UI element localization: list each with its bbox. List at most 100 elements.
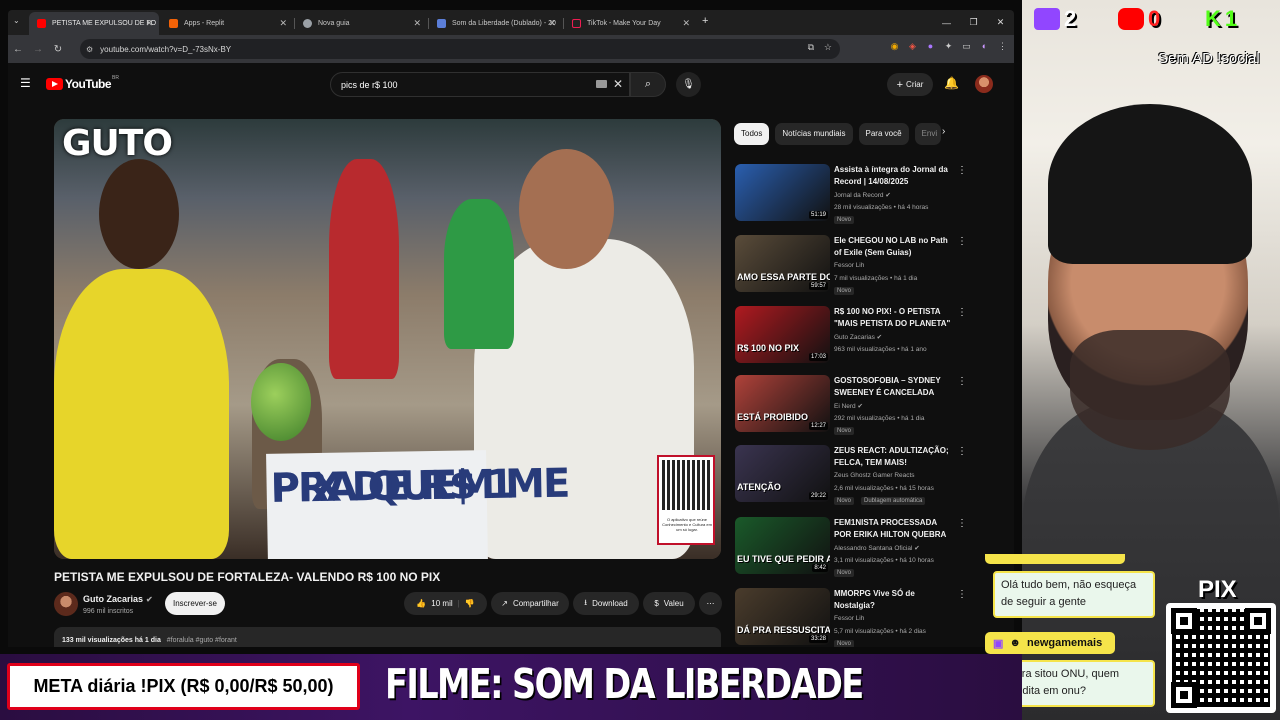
close-icon[interactable]: ✕ xyxy=(279,18,287,29)
more-vert-icon[interactable]: ⋮ xyxy=(957,307,967,318)
chips-next-icon[interactable]: › xyxy=(942,126,945,137)
recommended-title[interactable]: GOSTOSOFOBIA – SYDNEY SWEENEY É CANCELAD… xyxy=(834,375,952,399)
description-box[interactable]: 133 mil visualizações há 1 dia #foralula… xyxy=(54,627,721,647)
more-vert-icon[interactable]: ⋮ xyxy=(957,165,967,176)
download-button[interactable]: ⭳ Download xyxy=(573,592,639,615)
menu-icon[interactable]: ☰ xyxy=(20,77,32,89)
recommended-meta: 292 mil visualizações • há 1 dia xyxy=(834,415,925,422)
chip-all[interactable]: Todos xyxy=(734,123,770,145)
keyboard-icon[interactable] xyxy=(596,80,607,88)
video-thumbnail[interactable]: ATENÇÃO 29:22 xyxy=(735,445,830,502)
recommended-title[interactable]: ZEUS REACT: ADULTIZAÇÃO; FELCA, TEM MAIS… xyxy=(834,445,952,469)
recommended-channel[interactable]: Alessandro Santana Oficial ✔ xyxy=(834,544,920,552)
tab-search-icon[interactable]: ⌄ xyxy=(13,16,20,25)
extension-icon[interactable]: ◈ xyxy=(905,39,920,54)
video-thumbnail[interactable]: ESTÁ PROIBIDO 12:27 xyxy=(735,375,830,432)
url-text[interactable]: youtube.com/watch?v=D_-73sNx-BY xyxy=(100,45,231,54)
close-icon[interactable]: ✕ xyxy=(413,18,421,29)
close-icon[interactable]: ✕ xyxy=(548,18,556,29)
close-window-icon[interactable]: ✕ xyxy=(987,17,1014,28)
create-button[interactable]: + Criar xyxy=(887,73,933,96)
thumbnail-text: ATENÇÃO xyxy=(737,482,781,492)
browser-menu-icon[interactable]: ⋮ xyxy=(995,39,1010,54)
recommended-channel[interactable]: Fessor Lih xyxy=(834,262,864,269)
notifications-bell-icon[interactable]: 🔔 xyxy=(944,76,959,90)
channel-name[interactable]: Guto Zacarias ✔ xyxy=(83,594,153,604)
chip-for-you[interactable]: Para você xyxy=(858,123,909,145)
recommended-title[interactable]: MMORPG Vive SÓ de Nostalgia? xyxy=(834,588,952,612)
omnibox[interactable]: ⚙ youtube.com/watch?v=D_-73sNx-BY ⧉ ☆ xyxy=(80,39,840,59)
recommended-title[interactable]: Assista à íntegra do Jornal da Record | … xyxy=(834,164,952,188)
recommended-channel[interactable]: Fessor Lih xyxy=(834,615,864,622)
recommended-title[interactable]: FEM1NISTA PROCESSADA POR ERIKA HILTON QU… xyxy=(834,517,952,543)
video-thumbnail[interactable]: DÁ PRA RESSUSCITAR 33:28 xyxy=(735,588,830,645)
recommended-meta: 2,6 mil visualizações • há 15 horas xyxy=(834,485,934,492)
more-vert-icon[interactable]: ⋮ xyxy=(957,446,967,457)
extension-icon[interactable]: ● xyxy=(923,39,938,54)
tab-title: Som da Liberdade (Dublado) - 20 xyxy=(452,20,556,27)
dislike-icon[interactable]: 👎 xyxy=(465,599,475,608)
like-count[interactable]: 10 mil xyxy=(431,599,452,608)
reload-icon[interactable]: ↻ xyxy=(48,44,68,55)
recommended-video[interactable]: DÁ PRA RESSUSCITAR 33:28 MMORPG Vive SÓ de… xyxy=(735,588,967,647)
chip-world-news[interactable]: Notícias mundiais xyxy=(775,123,853,145)
chip-more[interactable]: Envi xyxy=(914,123,941,145)
voice-search-button[interactable]: 🎙 xyxy=(676,72,701,97)
minimize-icon[interactable]: — xyxy=(933,18,960,28)
site-info-icon[interactable]: ⚙ xyxy=(86,45,93,54)
hashtags[interactable]: #foralula #guto #forant xyxy=(167,637,237,644)
video-duration: 33:28 xyxy=(808,635,828,643)
account-avatar[interactable] xyxy=(975,75,993,93)
cast-icon[interactable]: ▭ xyxy=(959,39,974,54)
video-thumbnail[interactable]: EU TIVE QUE PEDIR ASILO8:42 xyxy=(735,517,830,574)
recommended-video[interactable]: EU TIVE QUE PEDIR ASILO8:42FEM1NISTA PRO… xyxy=(735,517,967,581)
more-vert-icon[interactable]: ⋮ xyxy=(957,589,967,600)
search-input[interactable]: pics de r$ 100 ✕ xyxy=(330,72,630,97)
puzzle-extensions-icon[interactable]: ✦ xyxy=(941,39,956,54)
tab-som-da-liberdade[interactable]: Som da Liberdade (Dublado) - 20 ✕ xyxy=(429,12,562,35)
recommended-title[interactable]: Ele CHEGOU NO LAB no Path of Exile (Sem … xyxy=(834,235,952,259)
recommended-channel[interactable]: Zeus Ghostz Gamer Reacts xyxy=(834,472,915,479)
recommended-video[interactable]: R$ 100 NO PIX 17:03 R$ 100 NO PIX! - O PET… xyxy=(735,306,967,370)
back-icon[interactable]: ← xyxy=(8,44,28,55)
recommended-channel[interactable]: Jornal da Record ✔ xyxy=(834,191,891,199)
close-icon[interactable]: ✕ xyxy=(145,18,153,29)
recommended-video[interactable]: ESTÁ PROIBIDO 12:27 GOSTOSOFOBIA – SYDNEY … xyxy=(735,375,967,439)
more-actions-button[interactable]: ⋯ xyxy=(699,592,722,615)
tab-new-tab[interactable]: Nova guia ✕ xyxy=(295,12,427,35)
search-button[interactable]: ⌕ xyxy=(630,72,666,97)
channel-avatar[interactable] xyxy=(54,592,78,616)
recommended-title[interactable]: R$ 100 NO PIX! - O PETISTA "MAIS PETISTA… xyxy=(834,306,952,332)
thanks-button[interactable]: $ Valeu xyxy=(643,592,695,615)
close-icon[interactable]: ✕ xyxy=(682,18,690,29)
recommended-video[interactable]: ATENÇÃO 29:22 ZEUS REACT: ADULTIZAÇÃO; FEL… xyxy=(735,445,967,509)
video-thumbnail[interactable]: 51:19 xyxy=(735,164,830,221)
video-thumbnail[interactable]: R$ 100 NO PIX 17:03 xyxy=(735,306,830,363)
share-button[interactable]: ↗ Compartilhar xyxy=(491,592,569,615)
recommended-channel[interactable]: Guto Zacarias ✔ xyxy=(834,333,882,341)
twitch-icon xyxy=(1034,8,1060,30)
like-icon[interactable]: 👍 xyxy=(416,599,426,608)
clear-search-icon[interactable]: ✕ xyxy=(613,77,623,91)
logo-wordmark: YouTube xyxy=(65,77,112,91)
tab-tiktok[interactable]: TikTok - Make Your Day ✕ xyxy=(564,12,696,35)
install-icon[interactable]: ⧉ xyxy=(808,42,814,53)
tab-replit[interactable]: Apps - Replit ✕ xyxy=(161,12,293,35)
subscribe-button[interactable]: Inscrever-se xyxy=(165,592,225,615)
youtube-logo[interactable]: YouTube BR xyxy=(46,75,119,91)
recommended-video[interactable]: AMO ESSA PARTE DO POE59:57Ele CHEGOU NO … xyxy=(735,235,967,299)
rss-extension-icon[interactable]: ◉ xyxy=(887,39,902,54)
new-tab-button[interactable]: + xyxy=(702,15,708,27)
recommended-video[interactable]: 51:19 Assista à íntegra do Jornal da Reco… xyxy=(735,164,967,228)
profile-icon[interactable]: ◐ xyxy=(977,39,992,54)
more-vert-icon[interactable]: ⋮ xyxy=(957,376,967,387)
maximize-icon[interactable]: ❐ xyxy=(960,17,987,28)
tab-youtube-video[interactable]: PETISTA ME EXPULSOU DE FO ✕ xyxy=(29,12,159,35)
bookmark-star-icon[interactable]: ☆ xyxy=(824,42,832,53)
recommended-channel[interactable]: Ei Nerd ✔ xyxy=(834,402,863,410)
video-thumbnail[interactable]: AMO ESSA PARTE DO POE59:57 xyxy=(735,235,830,292)
video-player[interactable]: GUTO PIX DE R$ 1 PRA QUEM ME O aplicativ… xyxy=(54,119,721,559)
more-vert-icon[interactable]: ⋮ xyxy=(957,518,967,529)
forward-icon[interactable]: → xyxy=(28,44,48,55)
more-vert-icon[interactable]: ⋮ xyxy=(957,236,967,247)
